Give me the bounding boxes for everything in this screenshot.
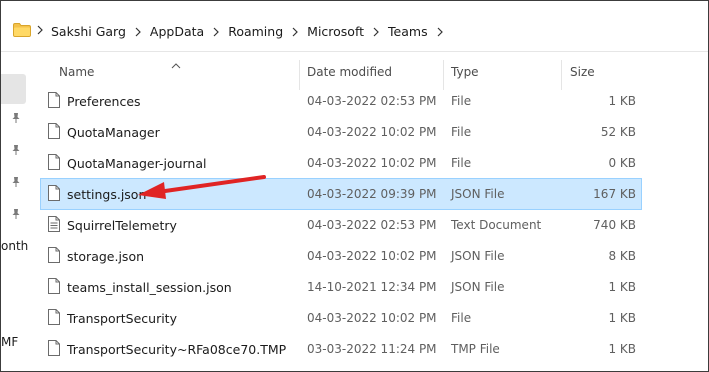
navigation-pane: onth MF (1, 52, 31, 371)
file-row[interactable]: storage.json 04-03-2022 10:02 PM JSON File… (41, 241, 641, 271)
chevron-right-icon[interactable] (36, 24, 44, 38)
file-row[interactable]: SquirrelTelemetry 04-03-2022 02:53 PM Text… (41, 210, 641, 240)
file-date-modified: 04-03-2022 02:53 PM (307, 94, 437, 108)
file-type: JSON File (451, 187, 505, 201)
file-name: TransportSecurity~RFa08ce70.TMP (67, 342, 287, 357)
file-size: 8 KB (608, 249, 636, 263)
file-type: JSON File (451, 249, 505, 263)
text-document-icon (48, 216, 60, 232)
file-name: storage.json (67, 249, 145, 264)
file-date-modified: 04-03-2022 09:39 PM (307, 187, 437, 201)
file-date-modified: 04-03-2022 10:02 PM (307, 156, 437, 170)
file-size: 1 KB (608, 280, 636, 294)
file-row[interactable]: TransportSecurity 04-03-2022 10:02 PM File… (41, 303, 641, 333)
file-name: TransportSecurity (67, 311, 177, 326)
file-name: SquirrelTelemetry (67, 218, 177, 233)
pin-icon (10, 112, 22, 124)
file-type: File (451, 311, 472, 325)
file-icon (48, 278, 60, 294)
file-name: teams_install_session.json (67, 280, 232, 295)
file-size: 740 KB (593, 218, 636, 232)
breadcrumb-item-appdata[interactable]: AppData (150, 24, 204, 39)
file-row[interactable]: QuotaManager-journal 04-03-2022 10:02 PM F… (41, 148, 641, 178)
file-size: 0 KB (608, 156, 636, 170)
file-type: File (451, 94, 472, 108)
column-date-modified[interactable]: Date modified (307, 65, 392, 79)
breadcrumb-item-user[interactable]: Sakshi Garg (51, 24, 126, 39)
file-type: TMP File (451, 342, 500, 356)
file-date-modified: 04-03-2022 10:02 PM (307, 125, 437, 139)
file-size: 167 KB (593, 187, 636, 201)
column-type[interactable]: Type (451, 65, 479, 79)
pin-icon (10, 176, 22, 188)
nav-item-label[interactable]: onth (1, 239, 28, 253)
annotation-arrow (138, 175, 266, 199)
file-row[interactable]: Preferences 04-03-2022 02:53 PM File 1 KB (41, 86, 641, 116)
pin-icon (10, 144, 22, 156)
file-icon (48, 340, 60, 356)
file-date-modified: 04-03-2022 10:02 PM (307, 311, 437, 325)
chevron-right-icon[interactable] (126, 25, 150, 39)
file-row[interactable]: settings.json 04-03-2022 09:39 PM JSON Fil… (40, 178, 642, 210)
file-date-modified: 04-03-2022 10:02 PM (307, 249, 437, 263)
file-type: Text Document (451, 218, 542, 232)
file-date-modified: 04-03-2022 02:53 PM (307, 218, 437, 232)
file-icon (48, 123, 60, 139)
breadcrumb-item-teams[interactable]: Teams (388, 24, 428, 39)
file-size: 52 KB (600, 125, 636, 139)
file-explorer-window: Sakshi Garg AppData Roaming Microsoft Te… (0, 0, 709, 372)
file-icon (48, 92, 60, 108)
file-name: settings.json (67, 187, 147, 202)
file-row[interactable]: teams_install_session.json 14-10-2021 12:… (41, 272, 641, 302)
column-name[interactable]: Name (59, 65, 94, 79)
file-type: JSON File (451, 280, 505, 294)
pin-icon (10, 208, 22, 220)
file-type: File (451, 156, 472, 170)
file-date-modified: 14-10-2021 12:34 PM (307, 280, 437, 294)
file-type: File (451, 125, 472, 139)
chevron-right-icon[interactable] (428, 25, 452, 39)
file-icon (48, 185, 60, 201)
address-bar[interactable]: Sakshi Garg AppData Roaming Microsoft Te… (1, 1, 708, 51)
file-date-modified: 03-03-2022 11:24 PM (307, 342, 437, 356)
breadcrumb-item-microsoft[interactable]: Microsoft (307, 24, 364, 39)
sort-ascending-icon (171, 58, 181, 72)
file-name: Preferences (67, 94, 141, 109)
chevron-right-icon[interactable] (204, 25, 228, 39)
file-size: 1 KB (608, 94, 636, 108)
folder-icon (13, 23, 31, 40)
file-icon (48, 247, 60, 263)
nav-item-label[interactable]: MF (1, 335, 18, 349)
chevron-right-icon[interactable] (283, 25, 307, 39)
file-size: 1 KB (608, 342, 636, 356)
nav-selected-item[interactable] (1, 74, 26, 104)
chevron-right-icon[interactable] (364, 25, 388, 39)
breadcrumb: Sakshi Garg AppData Roaming Microsoft Te… (51, 24, 452, 39)
breadcrumb-item-roaming[interactable]: Roaming (228, 24, 283, 39)
file-icon (48, 154, 60, 170)
file-row[interactable]: TransportSecurity~RFa08ce70.TMP 03-03-202… (41, 334, 641, 364)
file-icon (48, 309, 60, 325)
file-size: 1 KB (608, 311, 636, 325)
column-size[interactable]: Size (570, 65, 595, 79)
file-name: QuotaManager (67, 125, 160, 140)
file-row[interactable]: QuotaManager 04-03-2022 10:02 PM File 52 KB (41, 117, 641, 147)
